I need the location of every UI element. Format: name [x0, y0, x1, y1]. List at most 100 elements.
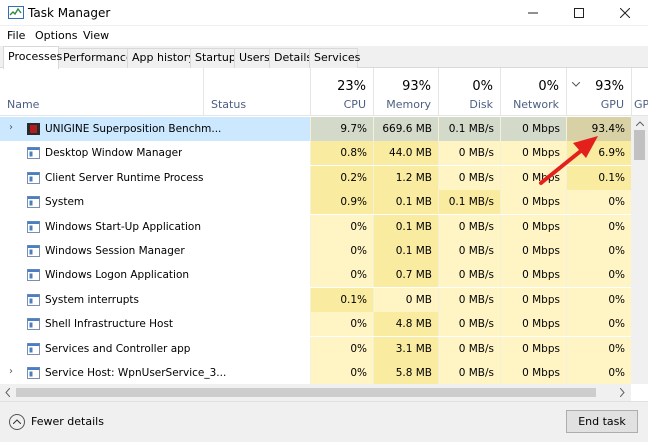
process-row[interactable]: Windows Logon Application 0% 0.7 MB 0 MB/s 0…: [0, 263, 631, 288]
process-row[interactable]: System 0.9% 0.1 MB 0.1 MB/s 0 Mbps 0%: [0, 190, 631, 215]
process-row[interactable]: Desktop Window Manager 0.8% 44.0 MB 0 MB/s 0…: [0, 141, 631, 166]
network-value: 0 Mbps: [500, 361, 566, 384]
disk-value: 0.1 MB/s: [438, 190, 500, 215]
memory-value: 0.7 MB: [373, 263, 438, 288]
process-name: System: [45, 196, 85, 209]
disk-value: 0.1 MB/s: [438, 117, 500, 141]
disk-total: 0%: [472, 79, 493, 94]
tab-startup[interactable]: Startup: [190, 48, 236, 68]
cpu-value: 9.7%: [310, 117, 373, 141]
disk-value: 0 MB/s: [438, 287, 500, 312]
gpu-value: 0%: [566, 214, 631, 239]
cpu-value: 0%: [310, 312, 373, 337]
expand-chevron-icon[interactable]: ›: [9, 366, 13, 377]
memory-value: 0.1 MB: [373, 190, 438, 215]
maximize-icon: [574, 8, 584, 18]
gpu-value: 0%: [566, 361, 631, 384]
process-icon: [27, 147, 40, 160]
menu-file[interactable]: File: [7, 29, 25, 42]
cpu-value: 0%: [310, 336, 373, 361]
network-value: 0 Mbps: [500, 165, 566, 190]
close-icon: [620, 8, 630, 18]
process-name: Service Host: WpnUserService_3...: [45, 367, 227, 379]
process-row[interactable]: Services and Controller app 0% 3.1 MB 0 MB/…: [0, 336, 631, 361]
column-header-disk[interactable]: 0% Disk: [438, 68, 500, 115]
disk-value: 0 MB/s: [438, 214, 500, 239]
minimize-button[interactable]: [510, 0, 556, 26]
network-value: 0 Mbps: [500, 263, 566, 288]
process-row[interactable]: System interrupts 0.1% 0 MB 0 MB/s 0 Mbps 0%: [0, 287, 631, 312]
gpu-total: 93%: [595, 79, 624, 94]
memory-value: 44.0 MB: [373, 141, 438, 166]
network-value: 0 Mbps: [500, 239, 566, 263]
tab-processes[interactable]: Processes: [3, 46, 62, 69]
process-name: Client Server Runtime Process: [45, 171, 204, 184]
column-header-status[interactable]: Status: [203, 68, 310, 115]
process-row[interactable]: Client Server Runtime Process 0.2% 1.2 MB 0…: [0, 165, 631, 190]
network-value: 0 Mbps: [500, 141, 566, 166]
column-header-cpu[interactable]: 23% CPU: [310, 68, 373, 115]
gpu-value: 6.9%: [566, 141, 631, 166]
disk-value: 0 MB/s: [438, 336, 500, 361]
process-name: System interrupts: [45, 293, 139, 306]
process-row[interactable]: Windows Start-Up Application 0% 0.1 MB 0 MB…: [0, 214, 631, 239]
gpu-value: 0%: [566, 239, 631, 263]
process-name: Services and Controller app: [45, 342, 191, 355]
end-task-button[interactable]: End task: [566, 410, 638, 433]
column-header-gpu-engine[interactable]: GP: [631, 68, 648, 115]
process-row[interactable]: › Service Host: WpnUserService_3... 0% 5.8 …: [0, 361, 631, 384]
column-header-gpu[interactable]: 93% GPU: [566, 68, 631, 115]
maximize-button[interactable]: [556, 0, 602, 26]
scroll-left-icon[interactable]: [5, 388, 10, 397]
footer: Fewer details End task: [0, 401, 648, 442]
unigine-app-icon: [27, 123, 40, 135]
column-header-memory[interactable]: 93% Memory: [373, 68, 438, 115]
column-header-network[interactable]: 0% Network: [500, 68, 566, 115]
horizontal-scrollbar[interactable]: [0, 384, 631, 401]
cpu-value: 0%: [310, 263, 373, 288]
memory-value: 0.1 MB: [373, 239, 438, 263]
vertical-scrollbar[interactable]: [631, 116, 648, 384]
sort-chevron-icon: [572, 82, 580, 87]
memory-value: 4.8 MB: [373, 312, 438, 337]
chevron-up-icon: [13, 419, 21, 424]
process-name: UNIGINE Superposition Benchm...: [45, 123, 222, 135]
close-button[interactable]: [602, 0, 648, 26]
column-header-name[interactable]: Name: [0, 68, 203, 115]
cpu-value: 0.8%: [310, 141, 373, 166]
gpu-value: 0%: [566, 312, 631, 337]
scroll-up-icon[interactable]: [636, 121, 644, 126]
disk-value: 0 MB/s: [438, 263, 500, 288]
menu-options[interactable]: Options: [35, 29, 77, 42]
tab-performance[interactable]: Performance: [58, 48, 133, 68]
process-row[interactable]: › UNIGINE Superposition Benchm... 9.7% 669.…: [0, 117, 631, 141]
scroll-thumb[interactable]: [634, 130, 645, 160]
gpu-value: 0%: [566, 336, 631, 361]
cpu-value: 0%: [310, 361, 373, 384]
horizontal-scroll-thumb[interactable]: [16, 388, 596, 397]
tab-details[interactable]: Details: [269, 48, 312, 68]
network-value: 0 Mbps: [500, 190, 566, 215]
process-row[interactable]: Shell Infrastructure Host 0% 4.8 MB 0 MB/s 0…: [0, 312, 631, 337]
memory-value: 5.8 MB: [373, 361, 438, 384]
disk-value: 0 MB/s: [438, 239, 500, 263]
scroll-right-icon[interactable]: [620, 388, 625, 397]
process-name: Windows Session Manager: [45, 245, 185, 257]
process-icon: [27, 220, 40, 233]
gpu-value: 0%: [566, 287, 631, 312]
process-name: Shell Infrastructure Host: [45, 318, 174, 331]
tab-app-history[interactable]: App history: [127, 48, 195, 68]
fewer-details-button[interactable]: [9, 414, 25, 430]
memory-value: 1.2 MB: [373, 165, 438, 190]
process-row[interactable]: Windows Session Manager 0% 0.1 MB 0 MB/s 0 M…: [0, 239, 631, 263]
gpu-value: 0%: [566, 190, 631, 215]
menu-view[interactable]: View: [83, 29, 109, 42]
expand-chevron-icon[interactable]: ›: [9, 122, 13, 133]
process-icon: [27, 342, 40, 355]
tab-services[interactable]: Services: [309, 48, 360, 68]
tab-strip: Processes Performance App history Startu…: [0, 46, 648, 69]
gpu-value: 0.1%: [566, 165, 631, 190]
window-title: Task Manager: [28, 6, 111, 20]
fewer-details-link[interactable]: Fewer details: [31, 415, 104, 428]
tab-users[interactable]: Users: [234, 48, 270, 68]
